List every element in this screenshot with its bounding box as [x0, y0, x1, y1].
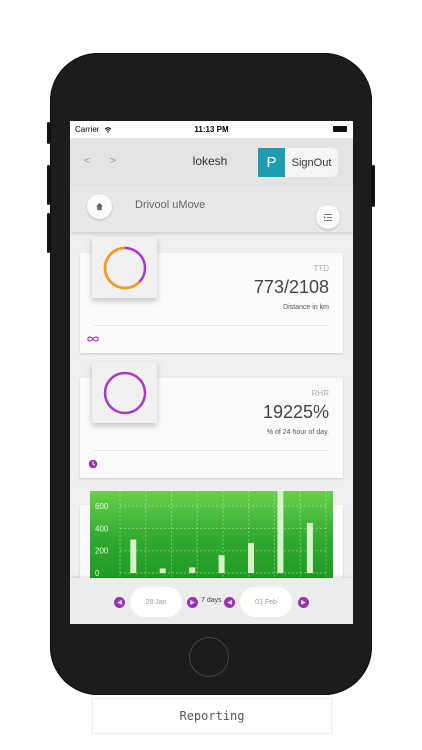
- caption-label: Reporting: [93, 699, 331, 733]
- back-forward-arrows[interactable]: < >: [84, 155, 124, 167]
- y-tick-label: 200: [95, 547, 109, 556]
- next-start-date-icon[interactable]: ▶: [187, 597, 198, 608]
- status-time: 11:13 PM: [194, 125, 229, 134]
- menu-icon: [324, 213, 332, 221]
- nav-title: lokesh: [192, 154, 228, 168]
- ttd-subtitle: Distance in km: [283, 304, 329, 311]
- profile-badge[interactable]: P: [258, 148, 285, 177]
- ttd-value: 773/2108: [253, 277, 329, 297]
- chart-bar: [130, 539, 137, 573]
- ttd-label: TTD: [313, 264, 329, 273]
- end-date-picker[interactable]: 03 Feb: [240, 587, 292, 617]
- rhr-progress-box: [92, 362, 157, 423]
- volume-up-button: [47, 165, 50, 205]
- volume-down-button: [47, 213, 50, 253]
- y-tick-label: 0: [95, 569, 100, 578]
- next-end-date-icon[interactable]: ▶: [298, 597, 309, 608]
- chart-bar: [218, 555, 225, 573]
- menu-button[interactable]: [316, 205, 340, 229]
- chart-bar: [306, 522, 313, 573]
- prev-start-date-icon[interactable]: ◀: [114, 597, 125, 608]
- ttd-progress-ring: [103, 246, 146, 289]
- app-name: Drivool uMove: [135, 199, 206, 211]
- date-range-days: 7 days: [201, 597, 222, 604]
- rhr-progress-ring: [103, 371, 146, 414]
- rhr-label: RHR: [311, 389, 329, 398]
- date-range-footer: ◀ 28 Jan ▶ 7 days ◀ 03 Feb ▶: [70, 578, 353, 624]
- infinity-icon: [87, 336, 99, 342]
- clock-icon: [88, 459, 98, 469]
- navigation-bar: < > lokesh P SignOut: [70, 138, 353, 186]
- rhr-subtitle: % of 24 hour of day.: [266, 429, 329, 436]
- chart-bar: [189, 567, 196, 573]
- status-bar: Carrier 11:13 PM: [70, 121, 353, 138]
- home-icon: [95, 202, 104, 211]
- ttd-card[interactable]: TTD 773/2108 Distance in km: [80, 237, 343, 353]
- bar-chart-svg: 600 400 200 0: [95, 491, 327, 581]
- divider: [94, 325, 329, 326]
- rhr-value: 19225%: [262, 402, 329, 422]
- chart-bar: [159, 568, 166, 573]
- y-tick-label: 400: [95, 524, 109, 533]
- prev-end-date-icon[interactable]: ◀: [224, 597, 235, 608]
- start-date-picker[interactable]: 28 Jan: [130, 587, 182, 617]
- app-screen: Carrier 11:13 PM < > lokesh P SignOut Dr…: [70, 121, 353, 624]
- chart-bar: [277, 491, 284, 573]
- mute-switch: [47, 122, 50, 144]
- divider: [94, 450, 329, 451]
- app-header: Drivool uMove: [70, 186, 353, 232]
- home-button-hardware[interactable]: [189, 637, 229, 677]
- chart-bar: [248, 542, 254, 573]
- y-tick-label: 600: [95, 502, 109, 511]
- power-button: [372, 165, 375, 207]
- ttd-progress-box: [92, 237, 157, 298]
- rhr-card[interactable]: RHR 19225% % of 24 hour of day.: [80, 362, 343, 478]
- home-button[interactable]: [87, 194, 112, 219]
- battery-icon: [333, 126, 347, 132]
- usage-chart: 600 400 200 0: [90, 491, 333, 581]
- signout-button[interactable]: SignOut: [285, 148, 338, 177]
